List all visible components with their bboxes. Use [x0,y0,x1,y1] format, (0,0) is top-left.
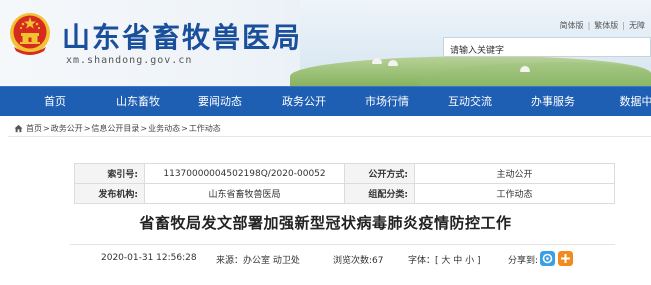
breadcrumb-divider [8,136,651,137]
site-title[interactable]: 山东省畜牧兽医局 [62,16,302,56]
share-more-icon[interactable] [558,251,573,266]
share-qzone-icon[interactable] [540,251,555,266]
breadcrumb-info-catalog[interactable]: 信息公开目录 [91,123,139,134]
article-info-bar: 2020-01-31 12:56:28 来源：办公室 动卫处 浏览次数:67 字… [0,250,651,268]
banner-yurt [520,66,530,72]
national-emblem-icon [10,13,50,55]
nav-item-services[interactable]: 办事服务 [531,87,575,117]
breadcrumb: 首页 > 政务公开 > 信息公开目录 > 业务动态 > 工作动态 [14,123,221,134]
nav-item-data[interactable]: 数据中 [620,87,651,117]
category-label: 组配分类: [344,183,415,204]
share-label: 分享到: [508,256,539,266]
nav-item-gov-affairs[interactable]: 政务公开 [282,87,326,117]
breadcrumb-separator: > [83,124,91,133]
nav-item-news[interactable]: 要闻动态 [198,87,242,117]
document-meta-table: 索引号: 11370000004502198Q/2020-00052 公开方式:… [74,163,615,204]
search-input[interactable] [444,42,650,60]
disclosure-method-label: 公开方式: [344,163,415,184]
breadcrumb-separator: > [140,124,148,133]
language-links: 简体版 | 繁体版 | 无障 [558,20,647,31]
lang-separator: | [622,21,625,30]
table-row: 发布机构: 山东省畜牧兽医局 组配分类: 工作动态 [74,183,615,204]
banner-yurt [372,58,382,64]
home-icon [14,124,23,133]
publish-datetime: 2020-01-31 12:56:28 [101,253,197,263]
disclosure-method-value: 主动公开 [414,163,615,184]
lang-link-accessible[interactable]: 无障 [627,21,647,30]
title-divider [70,244,615,245]
article-title: 省畜牧局发文部署加强新型冠状病毒肺炎疫情防控工作 [139,214,512,232]
category-value: 工作动态 [414,183,615,204]
banner-yurt [388,60,398,66]
font-size-control[interactable]: 字体：[ 大 中 小 ] [408,253,480,266]
breadcrumb-work-news[interactable]: 工作动态 [189,123,221,134]
publisher-label: 发布机构: [74,183,145,204]
lang-link-simplified[interactable]: 简体版 [558,21,586,30]
nav-item-home[interactable]: 首页 [44,87,66,117]
index-number-label: 索引号: [74,163,145,184]
nav-item-interaction[interactable]: 互动交流 [448,87,492,117]
breadcrumb-home[interactable]: 首页 [26,123,42,134]
main-nav: 首页 山东畜牧 要闻动态 政务公开 市场行情 互动交流 办事服务 数据中 [0,86,651,116]
breadcrumb-business-news[interactable]: 业务动态 [148,123,180,134]
lang-link-traditional[interactable]: 繁体版 [592,21,620,30]
nav-item-market[interactable]: 市场行情 [365,87,409,117]
article-source: 来源：办公室 动卫处 [216,256,300,266]
breadcrumb-separator: > [43,124,50,133]
nav-item-shandong-livestock[interactable]: 山东畜牧 [116,87,160,117]
breadcrumb-separator: > [181,124,188,133]
search-box [443,37,651,60]
breadcrumb-gov-affairs[interactable]: 政务公开 [51,123,83,134]
index-number-value: 11370000004502198Q/2020-00052 [144,163,345,184]
publisher-value: 山东省畜牧兽医局 [144,183,345,204]
view-count: 浏览次数:67 [333,256,384,266]
table-row: 索引号: 11370000004502198Q/2020-00052 公开方式:… [74,163,615,184]
site-header: 山东省畜牧兽医局 xm.shandong.gov.cn 简体版 | 繁体版 | 无障 [0,0,651,86]
site-domain: xm.shandong.gov.cn [66,55,193,66]
